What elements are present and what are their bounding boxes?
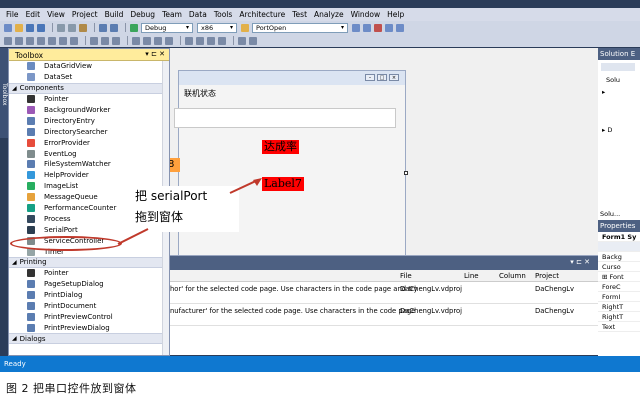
ide-window: File Edit View Project Build Debug Team Data Too… [0, 0, 640, 372]
arrow-to-form [229, 179, 259, 194]
annotation-arrows [117, 178, 262, 245]
figure-caption: 图 2 把串口控件放到窗体 [6, 382, 137, 395]
arrow-to-toolbox-item [117, 228, 149, 245]
status-bar: Ready [0, 356, 640, 372]
arrow-head-icon [253, 178, 262, 186]
